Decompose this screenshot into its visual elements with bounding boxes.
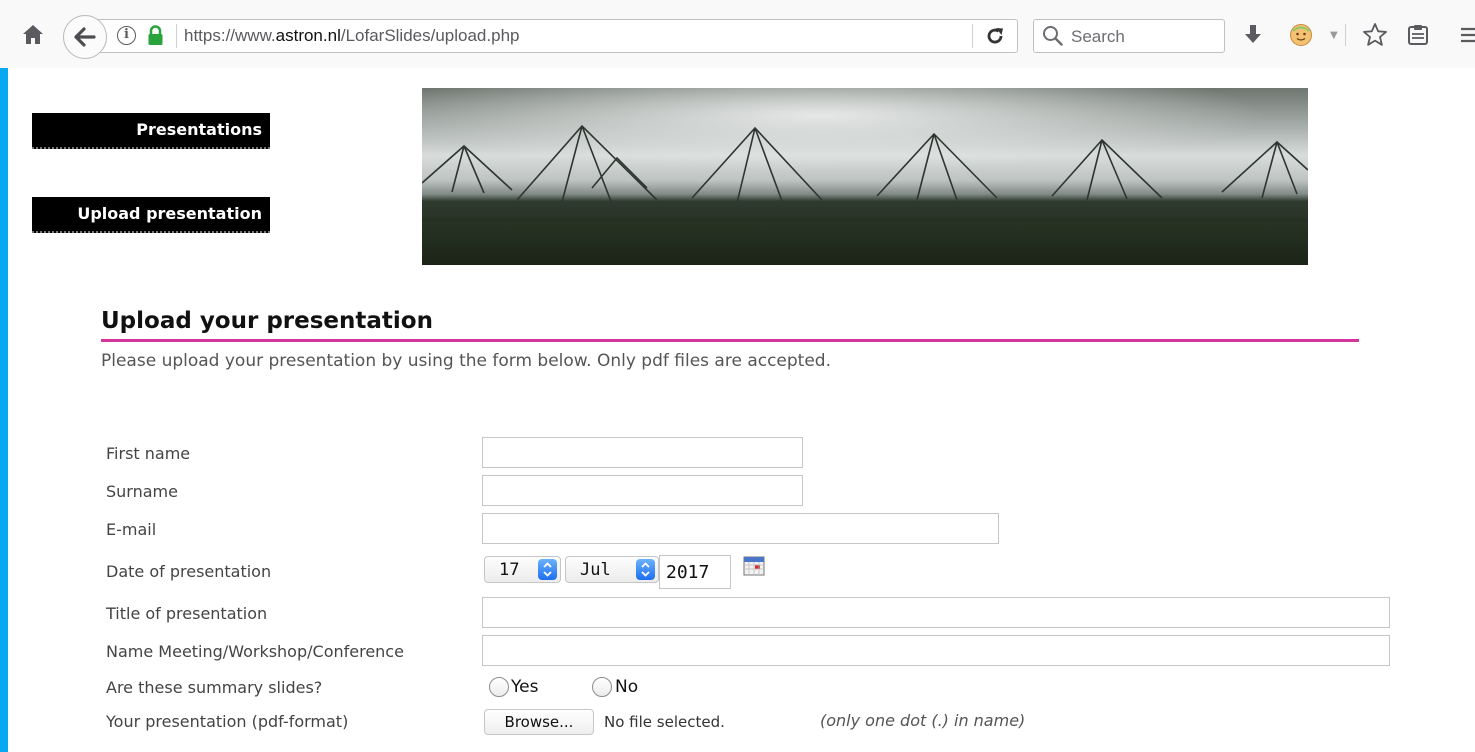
url-prefix: https://www. (184, 26, 276, 45)
lock-icon[interactable] (147, 24, 164, 46)
file-status-text: No file selected. (604, 713, 725, 731)
back-button[interactable] (63, 15, 107, 59)
page-heading: Upload your presentation (101, 308, 1359, 342)
summary-yes-radio[interactable] (489, 677, 509, 697)
antenna-field-illustration (422, 88, 1308, 243)
reload-separator (972, 24, 973, 48)
surname-label: Surname (106, 482, 178, 501)
url-domain: astron.nl (275, 26, 341, 45)
month-value: Jul (580, 560, 611, 580)
search-icon (1043, 26, 1063, 46)
calendar-icon[interactable] (743, 556, 765, 576)
home-icon[interactable] (22, 23, 44, 47)
first-name-label: First name (106, 444, 191, 463)
download-icon[interactable] (1243, 23, 1263, 47)
day-spinner-icon (538, 559, 557, 580)
file-label: Your presentation (pdf-format) (106, 712, 349, 731)
meeting-label: Name Meeting/Workshop/Conference (106, 642, 404, 661)
file-name-hint: (only one dot (.) in name) (820, 711, 1026, 730)
meeting-field[interactable] (482, 635, 1390, 666)
day-select[interactable]: 17 (484, 556, 561, 583)
browser-toolbar: i https://www.astron.nl/LofarSlides/uplo… (0, 0, 1475, 68)
site-info-icon[interactable]: i (117, 26, 136, 45)
nav-upload-presentation-link[interactable]: Upload presentation (32, 197, 270, 233)
reload-icon[interactable] (985, 26, 1005, 46)
summary-label: Are these summary slides? (106, 678, 323, 697)
email-label: E-mail (106, 520, 157, 539)
search-placeholder: Search (1071, 27, 1125, 46)
extension-avatar-icon[interactable] (1289, 23, 1313, 47)
surname-field[interactable] (482, 475, 803, 506)
hamburger-menu-icon[interactable] (1460, 26, 1475, 44)
lofar-field-banner-image (422, 88, 1308, 265)
web-page: Presentations Upload presentation Upload… (8, 68, 1475, 752)
library-icon[interactable] (1407, 24, 1429, 46)
first-name-field[interactable] (482, 437, 803, 468)
url-text[interactable]: https://www.astron.nl/LofarSlides/upload… (184, 26, 519, 46)
chevron-down-icon[interactable]: ▼ (1330, 30, 1338, 41)
date-label: Date of presentation (106, 562, 272, 581)
title-field[interactable] (482, 597, 1390, 628)
browse-button[interactable]: Browse... (484, 709, 594, 735)
month-spinner-icon (636, 559, 655, 580)
summary-yes-label: Yes (511, 677, 539, 697)
summary-no-label: No (615, 677, 639, 697)
title-label: Title of presentation (106, 604, 268, 623)
intro-text: Please upload your presentation by using… (101, 351, 831, 371)
bookmark-star-icon[interactable] (1362, 22, 1388, 48)
email-field[interactable] (482, 513, 999, 544)
url-path: /LofarSlides/upload.php (340, 26, 520, 45)
month-select[interactable]: Jul (565, 556, 659, 583)
url-separator (176, 24, 177, 48)
day-value: 17 (499, 560, 520, 580)
back-arrow-icon (74, 27, 96, 47)
summary-no-radio[interactable] (592, 677, 612, 697)
nav-presentations-link[interactable]: Presentations (32, 113, 270, 149)
year-field[interactable]: 2017 (659, 555, 731, 589)
toolbar-separator (1345, 24, 1346, 46)
